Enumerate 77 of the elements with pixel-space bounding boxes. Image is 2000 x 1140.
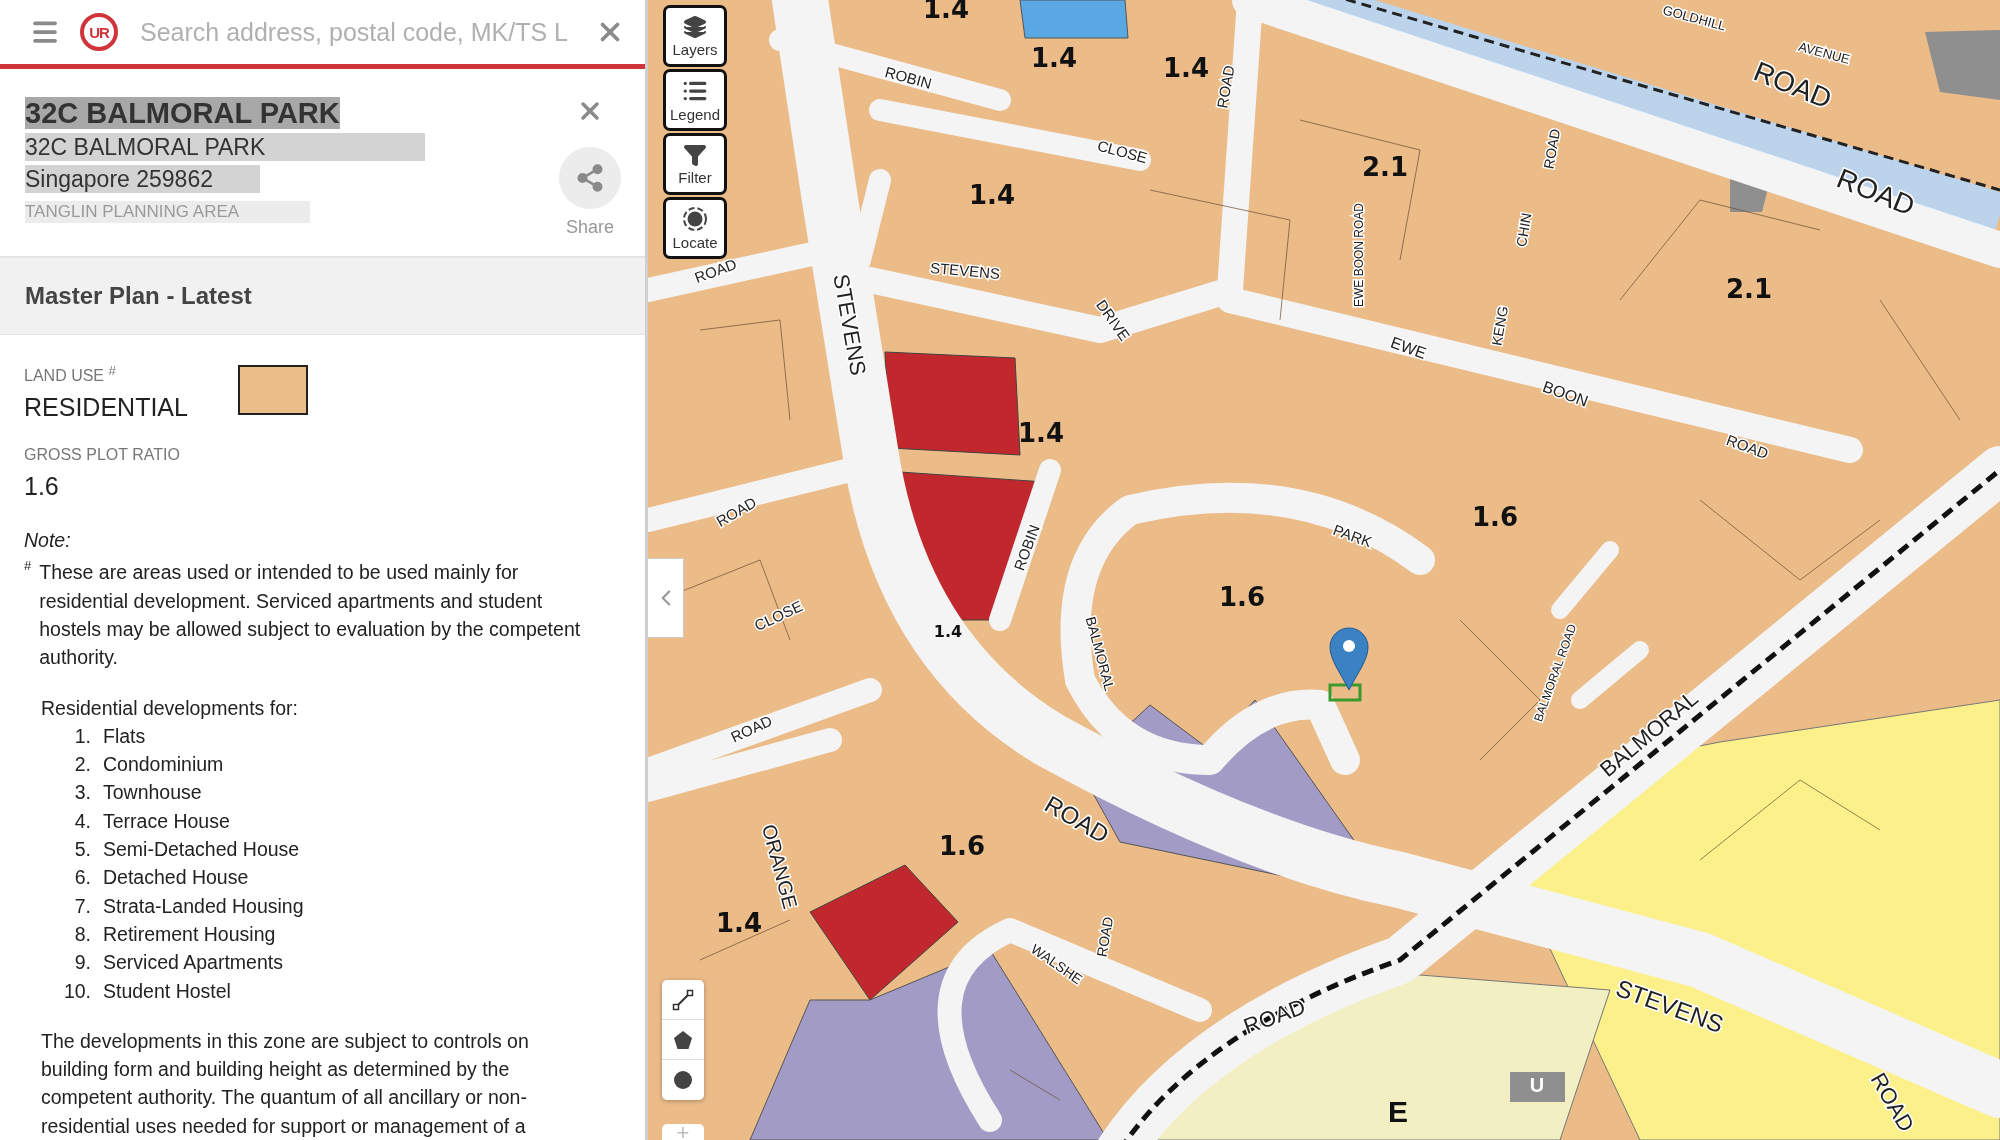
street-label: ROAD bbox=[1240, 993, 1309, 1040]
list-number: 6. bbox=[73, 865, 92, 891]
plot-ratio-label: 1.4 bbox=[968, 180, 1016, 210]
logo: UR bbox=[80, 13, 118, 51]
plot-ratio-label: 2.1 bbox=[1361, 152, 1409, 182]
street-label: ROAD bbox=[1724, 431, 1771, 462]
street-label: ROAD bbox=[728, 711, 775, 746]
map-control-button[interactable]: Locate bbox=[663, 197, 727, 259]
street-label: ROAD bbox=[1213, 63, 1238, 110]
street-label: ROAD bbox=[1093, 915, 1117, 959]
street-label: STEVENS bbox=[929, 258, 1001, 282]
list-number: 7. bbox=[73, 893, 92, 919]
share-icon bbox=[575, 163, 605, 194]
list-number: 4. bbox=[73, 808, 92, 834]
list-item: Serviced Apartments bbox=[103, 950, 283, 976]
street-label: EWE BOON ROAD bbox=[1352, 203, 1367, 307]
plot-ratio-label: 1.6 bbox=[938, 831, 986, 861]
street-label: KENG bbox=[1488, 304, 1512, 347]
list-item: Townhouse bbox=[103, 780, 202, 806]
plot-ratio-label: 1.6 bbox=[1218, 582, 1266, 612]
street-label: STEVENS bbox=[828, 271, 871, 378]
share-label: Share bbox=[565, 217, 614, 239]
list-number: 8. bbox=[73, 921, 92, 947]
plot-ratio-label: 1.4 bbox=[1017, 418, 1065, 448]
street-label: ROAD bbox=[1540, 127, 1564, 171]
zone-label: E bbox=[1388, 1095, 1408, 1128]
footnote-mark: # bbox=[24, 558, 32, 576]
plot-ratio-label: 1.4 bbox=[1030, 43, 1078, 73]
list-number: 2. bbox=[73, 752, 92, 778]
map-control-button[interactable]: Layers bbox=[663, 5, 727, 67]
place-title: 32C BALMORAL PARK bbox=[25, 97, 340, 130]
street-label: BOON bbox=[1540, 377, 1591, 410]
layers-icon bbox=[683, 14, 707, 39]
street-label: CHIN bbox=[1512, 211, 1535, 248]
note-paragraph: These are areas used or intended to be used mainly for residential development. Serviced apartments and student hostels may be allowed subject to evaluation by the competent authority. bbox=[39, 560, 582, 671]
section-title: Master Plan - Latest bbox=[0, 258, 645, 336]
list-item: Terrace House bbox=[103, 808, 230, 834]
note-label: Note: bbox=[24, 529, 72, 553]
collapse-handle[interactable] bbox=[648, 558, 684, 638]
street-label: ROBIN bbox=[883, 63, 934, 92]
plot-ratio-value: 1.6 bbox=[24, 472, 60, 502]
list-item: Student Hostel bbox=[103, 978, 231, 1004]
list-intro: Residential developments for: bbox=[41, 695, 299, 721]
list-item: Strata-Landed Housing bbox=[103, 893, 304, 919]
list-number: 9. bbox=[73, 950, 92, 976]
list-item: Semi-Detached House bbox=[103, 837, 300, 863]
list-number: 5. bbox=[73, 837, 92, 863]
street-label: ROAD bbox=[1832, 162, 1920, 222]
plot-ratio-label: 2.1 bbox=[1725, 274, 1773, 304]
land-use-value: RESIDENTIAL bbox=[24, 393, 188, 423]
list-item: Retirement Housing bbox=[103, 921, 276, 947]
filter-icon bbox=[683, 142, 707, 167]
plot-ratio-label: GROSS PLOT RATIO bbox=[24, 446, 181, 465]
street-label: AVENUE bbox=[1797, 38, 1852, 67]
planning-area: TANGLIN PLANNING AREA bbox=[25, 201, 310, 224]
list-number: 3. bbox=[73, 780, 92, 806]
zone-label: U bbox=[1529, 1074, 1545, 1096]
list-number: 10. bbox=[62, 978, 92, 1004]
list-item: Condominium bbox=[103, 752, 224, 778]
line-icon bbox=[672, 988, 694, 1011]
map-control-button[interactable]: Filter bbox=[663, 133, 727, 195]
plot-ratio-label: 1.4 bbox=[933, 622, 963, 641]
plot-ratio-label: 1.4 bbox=[1162, 53, 1210, 83]
street-label: CLOSE bbox=[1095, 136, 1150, 167]
pentagon-icon bbox=[672, 1028, 694, 1051]
closing-paragraph: The developments in this zone are subject to controls on building form and building height as determined by the competent authority. The quantum of all ancillary or non-residential uses needed for support or management of a bbox=[41, 1028, 530, 1139]
street-label: PARK bbox=[1330, 520, 1375, 551]
list-number: 1. bbox=[73, 723, 92, 749]
list-item: Flats bbox=[103, 723, 146, 749]
land-use-label: LAND USE $^{#}$ bbox=[24, 363, 117, 386]
locate-icon bbox=[682, 205, 708, 232]
land-use-swatch bbox=[237, 365, 308, 416]
list-item: Detached House bbox=[103, 865, 249, 891]
map-control-button[interactable]: Legend bbox=[663, 69, 727, 131]
plot-ratio-label: 1.6 bbox=[1471, 502, 1519, 532]
street-label: EWE bbox=[1388, 333, 1429, 363]
circle-icon bbox=[672, 1069, 694, 1091]
